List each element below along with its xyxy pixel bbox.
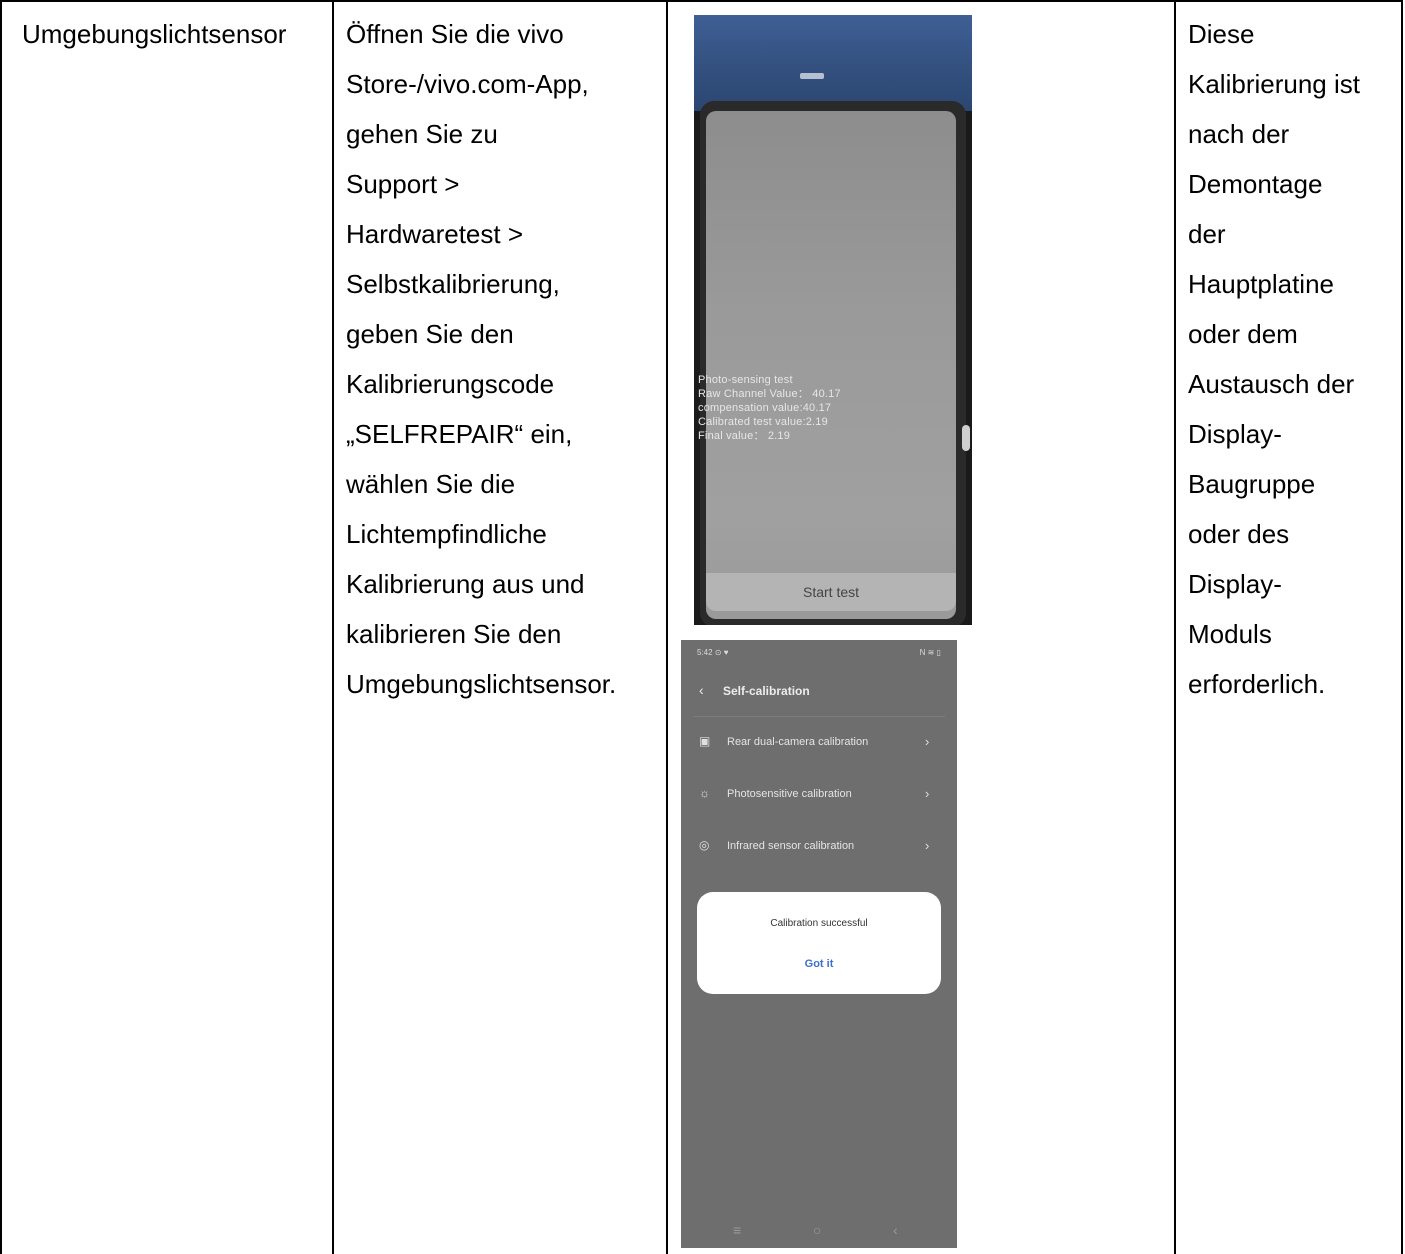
chevron-right-icon: › bbox=[925, 734, 930, 749]
table-left-border bbox=[0, 0, 2, 1254]
list-item: ☼ Photosensitive calibration › bbox=[681, 786, 957, 806]
table-right-border bbox=[1401, 0, 1403, 1254]
photo-sensing-readout: Photo-sensing test Raw Channel Value： 40… bbox=[698, 374, 841, 442]
tape-label bbox=[800, 73, 824, 79]
column-divider-3 bbox=[1174, 0, 1176, 1254]
status-bar-right: N ≋ ▯ bbox=[919, 648, 941, 657]
chevron-right-icon: › bbox=[925, 838, 930, 853]
back-icon: ‹ bbox=[893, 1222, 898, 1238]
phone-photo: Photo-sensing test Raw Channel Value： 40… bbox=[694, 15, 972, 625]
camera-icon: ▣ bbox=[699, 734, 711, 748]
self-calibration-screenshot: 5:42 ⊙ ♥ N ≋ ▯ ‹ Self-calibration ▣ Rear… bbox=[681, 640, 957, 1248]
menu-icon: ≡ bbox=[733, 1222, 742, 1238]
back-arrow-icon: ‹ bbox=[699, 682, 704, 698]
infrared-icon: ◎ bbox=[699, 838, 710, 852]
home-icon: ○ bbox=[813, 1222, 822, 1238]
list-item: ▣ Rear dual-camera calibration › bbox=[681, 734, 957, 754]
screen-title: Self-calibration bbox=[723, 684, 810, 698]
column-divider-1 bbox=[332, 0, 334, 1254]
list-item-label: Rear dual-camera calibration bbox=[727, 736, 869, 748]
calibration-dialog: Calibration successful Got it bbox=[697, 892, 941, 994]
column-divider-2 bbox=[666, 0, 668, 1254]
list-item-label: Photosensitive calibration bbox=[727, 788, 852, 800]
component-name-cell: Umgebungslichtsensor bbox=[22, 19, 287, 49]
dialog-message: Calibration successful bbox=[770, 918, 868, 929]
table-top-border bbox=[0, 0, 1403, 2]
list-item-label: Infrared sensor calibration bbox=[727, 840, 855, 852]
sun-icon: ☼ bbox=[699, 786, 710, 800]
note-cell: Diese Kalibrierung ist nach der Demontag… bbox=[1188, 19, 1360, 699]
side-button bbox=[962, 425, 970, 451]
start-test-button: Start test bbox=[706, 573, 956, 611]
header-divider bbox=[693, 716, 945, 717]
instructions-cell: Öffnen Sie die vivo Store-/vivo.com-App,… bbox=[346, 19, 617, 699]
blue-tape bbox=[694, 15, 972, 111]
chevron-right-icon: › bbox=[925, 786, 930, 801]
status-bar-left: 5:42 ⊙ ♥ bbox=[697, 648, 729, 657]
phone-screen bbox=[706, 111, 956, 619]
got-it-button: Got it bbox=[804, 958, 834, 970]
list-item: ◎ Infrared sensor calibration › bbox=[681, 838, 957, 858]
calibration-table: Umgebungslichtsensor Öffnen Sie die vivo… bbox=[0, 0, 1403, 1254]
